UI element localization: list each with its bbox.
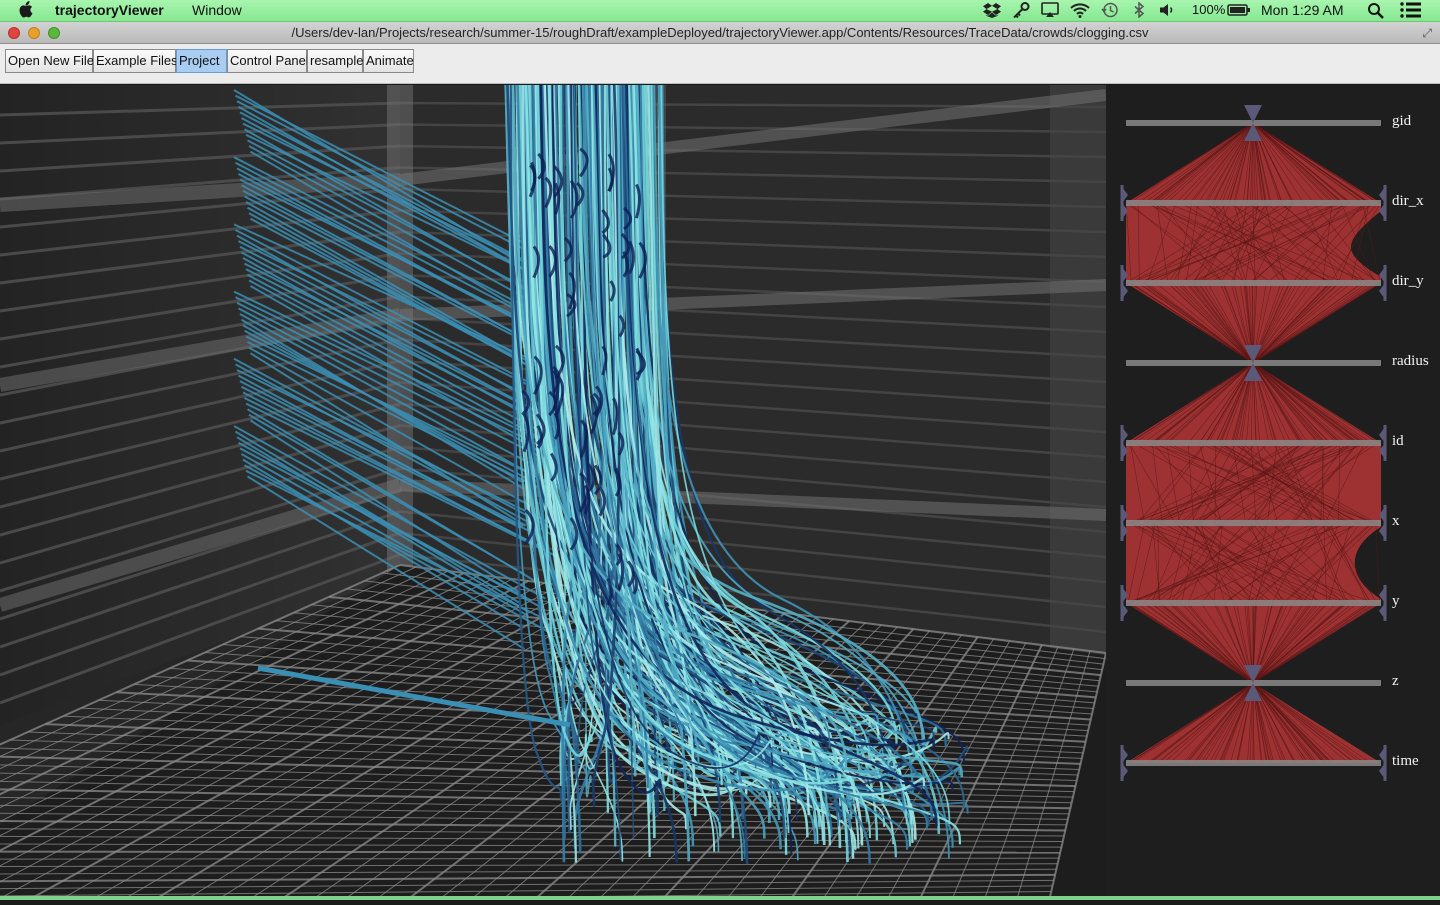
volume-icon[interactable] xyxy=(1159,2,1177,21)
open-new-file-button[interactable]: Open New File xyxy=(5,49,94,73)
bluetooth-icon[interactable] xyxy=(1132,1,1146,21)
dropbox-icon[interactable] xyxy=(983,2,1001,21)
battery-icon[interactable] xyxy=(1227,2,1251,21)
parallel-coordinates-panel[interactable] xyxy=(1106,85,1440,900)
window-title-bar: /Users/dev-lan/Projects/research/summer-… xyxy=(0,22,1440,44)
parallel-coordinates-plot[interactable] xyxy=(1106,85,1440,900)
apple-icon[interactable] xyxy=(18,1,33,21)
pcp-axis-radius[interactable] xyxy=(1126,345,1381,381)
pcp-axis-label-z: z xyxy=(1392,673,1399,689)
trajectory-3d-viewport[interactable] xyxy=(0,85,1106,900)
resample-button[interactable]: resample xyxy=(307,49,363,73)
pcp-axis-label-x: x xyxy=(1392,513,1400,529)
desktop-strip xyxy=(0,896,1440,900)
pcp-axis-label-radius: radius xyxy=(1392,353,1429,369)
wall-corner xyxy=(1050,85,1106,660)
window-menu[interactable]: Window xyxy=(192,2,242,18)
floor-grid-line xyxy=(0,850,1061,854)
notification-center-icon[interactable] xyxy=(1400,2,1422,21)
control-panel-button[interactable]: Control Panel xyxy=(227,49,309,73)
pcp-axis-label-y: y xyxy=(1392,593,1400,609)
clock[interactable]: Mon 1:29 AM xyxy=(1261,2,1344,18)
battery-percent: 100% xyxy=(1192,2,1226,17)
pcp-axis-label-dir_y: dir_y xyxy=(1392,273,1424,289)
window-title: /Users/dev-lan/Projects/research/summer-… xyxy=(291,25,1149,40)
project-button[interactable]: Project xyxy=(176,49,227,73)
airplay-icon[interactable] xyxy=(1041,2,1059,21)
pcp-axis-label-dir_x: dir_x xyxy=(1392,193,1424,209)
pcp-axis-gid[interactable] xyxy=(1126,105,1381,141)
pcp-axis-label-gid: gid xyxy=(1392,113,1412,129)
example-files-button[interactable]: Example Files xyxy=(93,49,178,73)
key-icon[interactable] xyxy=(1012,2,1030,21)
menu-bar: trajectoryViewer Window 100% Mon 1:29 AM xyxy=(0,0,1440,22)
time-machine-icon[interactable] xyxy=(1101,2,1119,21)
toolbar: Open New File Example Files Project Cont… xyxy=(0,44,1440,84)
pcp-axis-label-id: id xyxy=(1392,433,1404,449)
pcp-band xyxy=(1126,523,1381,603)
animate-button[interactable]: Animate xyxy=(363,49,414,73)
pcp-axis-z[interactable] xyxy=(1126,665,1381,701)
spotlight-search-icon[interactable] xyxy=(1367,2,1385,22)
fullscreen-icon[interactable]: ⤢ xyxy=(1422,26,1432,41)
trajectory-scene[interactable] xyxy=(0,85,1106,900)
app-name-menu[interactable]: trajectoryViewer xyxy=(55,2,164,18)
wifi-icon[interactable] xyxy=(1070,2,1090,21)
pcp-axis-label-time: time xyxy=(1392,753,1419,769)
